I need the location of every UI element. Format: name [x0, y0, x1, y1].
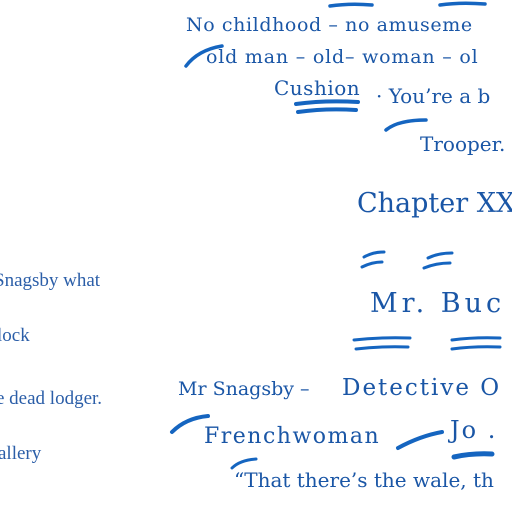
pen-mark-top-1 — [328, 2, 374, 8]
jo-underline — [451, 451, 495, 460]
heading-underline-1a — [352, 336, 412, 342]
pen-slash-jo — [396, 430, 444, 450]
equals-mark-2b — [422, 261, 452, 270]
heading-underline-2a — [450, 336, 502, 342]
cushion-underline-2 — [296, 107, 358, 114]
pen-mark-top-2 — [438, 1, 487, 7]
equals-mark-1b — [360, 260, 384, 269]
pen-mark-quote — [230, 457, 258, 470]
heading-underline-2b — [450, 345, 502, 351]
heading-underline-1b — [354, 345, 410, 351]
pen-slash-frenchwoman — [170, 414, 210, 434]
equals-mark-1a — [362, 250, 386, 259]
pen-mark-tick-old-man — [184, 44, 224, 68]
pen-marks — [170, 1, 502, 470]
cushion-underline-1 — [294, 99, 360, 106]
pen-mark-trooper — [384, 118, 428, 132]
equals-mark-2a — [426, 251, 454, 260]
